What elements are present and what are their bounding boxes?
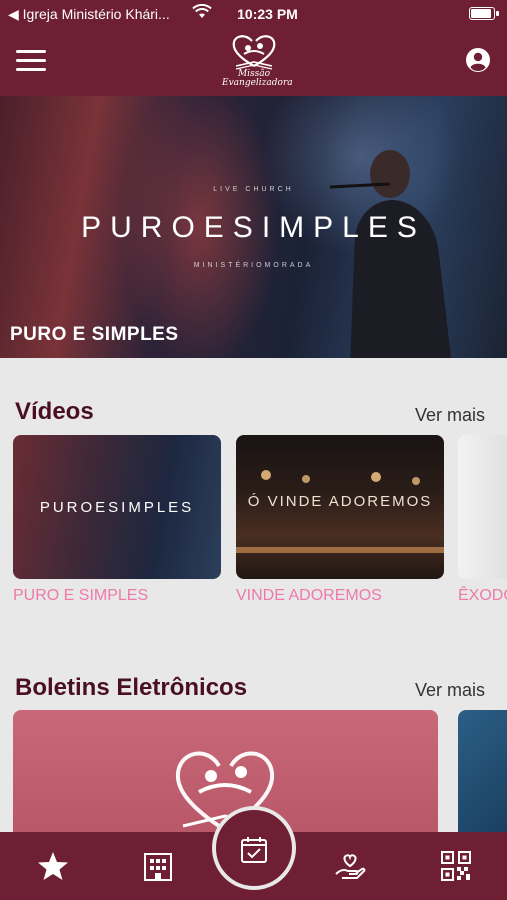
heart-bible-logo-icon xyxy=(232,35,276,70)
battery-icon xyxy=(469,7,499,20)
hero-caption: PURO E SIMPLES xyxy=(10,324,179,345)
logo-text-line2: Evangelizadora xyxy=(222,78,293,88)
video-label[interactable]: VINDE ADOREMOS xyxy=(236,587,382,605)
featured-banner[interactable]: LIVE CHURCH PUROESIMPLES MINISTÉRIOMORAD… xyxy=(0,96,507,358)
bulletin-card[interactable] xyxy=(458,710,507,850)
hamburger-menu-icon[interactable] xyxy=(16,50,46,72)
building-icon[interactable] xyxy=(142,850,174,882)
video-thumb-title: PUROESIMPLES xyxy=(39,499,195,516)
video-card[interactable]: PUROESIMPLES xyxy=(13,435,221,579)
status-time: 10:23 PM xyxy=(237,6,298,22)
video-label[interactable]: PURO E SIMPLES xyxy=(13,587,148,605)
app-logo: Missão Evangelizadora xyxy=(222,32,293,88)
hero-overlay-title: PUROESIMPLES xyxy=(81,211,426,244)
star-icon[interactable] xyxy=(37,850,69,882)
video-thumb-title: Ó VINDE ADOREMOS xyxy=(247,493,433,510)
videos-see-more-link[interactable]: Ver mais xyxy=(415,405,485,426)
profile-icon[interactable] xyxy=(465,47,491,73)
bulletins-section-title: Boletins Eletrônicos xyxy=(15,674,248,701)
calendar-check-icon xyxy=(241,837,267,863)
video-label[interactable]: ÊXODO xyxy=(458,587,507,605)
qr-code-icon[interactable] xyxy=(440,850,472,882)
hero-overlay-small-bottom: MINISTÉRIOMORADA xyxy=(193,262,314,269)
video-card[interactable]: Ó VINDE ADOREMOS xyxy=(236,435,444,579)
top-header: ◀ Igreja Ministério Khári... 10:23 PM Mi… xyxy=(0,0,507,96)
bulletins-see-more-link[interactable]: Ver mais xyxy=(415,680,485,701)
hero-overlay-small-top: LIVE CHURCH xyxy=(213,186,294,193)
hand-heart-icon[interactable] xyxy=(334,850,366,882)
status-bar: ◀ Igreja Ministério Khári... 10:23 PM xyxy=(0,0,507,28)
logo-text: Missão Evangelizadora xyxy=(222,70,293,88)
videos-section-title: Vídeos xyxy=(15,398,94,425)
calendar-tab-button[interactable] xyxy=(212,806,296,890)
video-card[interactable] xyxy=(458,435,507,579)
